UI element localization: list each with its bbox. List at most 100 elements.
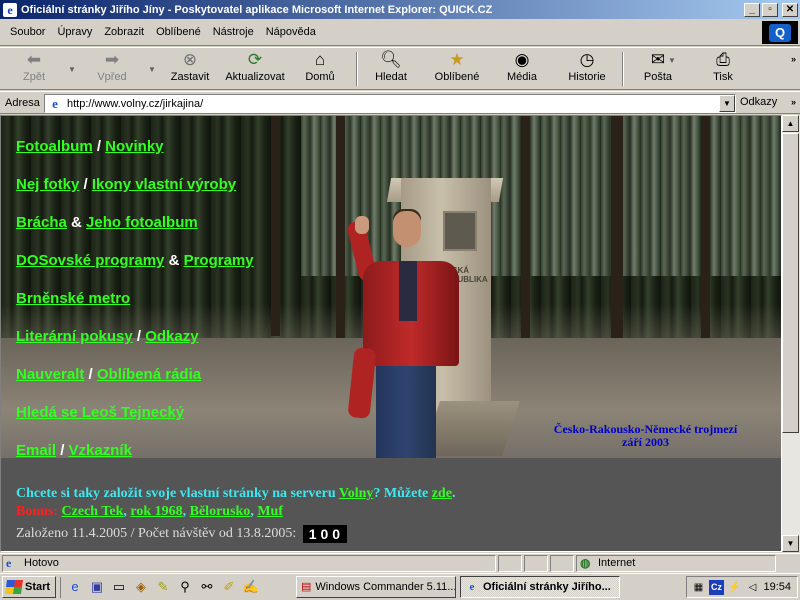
home-icon: ⌂ <box>314 50 326 69</box>
scroll-up-icon[interactable]: ▲ <box>782 115 799 132</box>
disk-quicklaunch-icon[interactable]: ▣ <box>87 577 107 597</box>
link-fotoalbum[interactable]: Fotoalbum <box>16 138 93 155</box>
edit-quicklaunch-icon[interactable]: ✍ <box>241 577 261 597</box>
link-hleda-se[interactable]: Hledá se Leoš Tejnecký <box>16 404 184 421</box>
link-nauveralt[interactable]: Nauveralt <box>16 366 84 383</box>
link-czech-tek[interactable]: Czech Tek <box>62 504 124 519</box>
forward-button[interactable]: ➡ Vpřed <box>84 50 140 88</box>
link-bracha[interactable]: Brácha <box>16 214 67 231</box>
language-indicator[interactable]: Cz <box>709 579 724 595</box>
link-zde[interactable]: zde <box>432 486 452 501</box>
link-nej-fotky[interactable]: Nej fotky <box>16 176 79 193</box>
home-button[interactable]: ⌂ Domů <box>296 50 344 88</box>
founded-text: Založeno 11.4.2005 / Počet návštěv od 13… <box>16 526 297 542</box>
menu-bar: Soubor Úpravy Zobrazit Oblíbené Nástroje… <box>0 19 800 46</box>
link-programy[interactable]: Programy <box>184 252 254 269</box>
photo-caption-line: září 2003 <box>622 435 669 449</box>
address-label: Adresa <box>5 96 40 109</box>
search-button[interactable]: 🔍︎ Hledat <box>366 50 416 88</box>
stop-label: Zastavit <box>170 71 210 83</box>
clock: 19:54 <box>763 581 791 593</box>
address-input[interactable] <box>67 97 735 110</box>
menu-napoveda[interactable]: Nápověda <box>260 26 322 38</box>
status-bar: e Hotovo ◍ Internet <box>0 553 800 572</box>
menu-upravy[interactable]: Úpravy <box>51 26 98 38</box>
menu-nastroje[interactable]: Nástroje <box>207 26 260 38</box>
print-label: Tisk <box>713 71 733 83</box>
link-oblibena-radia[interactable]: Oblíbená rádia <box>97 366 201 383</box>
task-windows-commander[interactable]: ▤ Windows Commander 5.11... <box>296 576 456 598</box>
tray-volume-icon[interactable]: ◁ <box>745 580 760 595</box>
window-title-bar[interactable]: e Oficiální stránky Jiřího Jíny - Poskyt… <box>0 0 800 19</box>
history-label: Historie <box>568 71 606 83</box>
link-belorusko[interactable]: Bělorusko <box>190 504 251 519</box>
scroll-down-icon[interactable]: ▼ <box>782 535 799 552</box>
maximize-button[interactable]: ▫ <box>762 2 778 17</box>
link-brnenske-metro[interactable]: Brněnské metro <box>16 290 130 307</box>
links-chevron-icon[interactable]: » <box>791 97 796 107</box>
app-quicklaunch-icon[interactable]: ◈ <box>131 577 151 597</box>
tool-quicklaunch-icon[interactable]: ✎ <box>153 577 173 597</box>
nav-row: Fotoalbum / Novinky <box>16 138 254 176</box>
zone-cell: ◍ Internet <box>576 554 776 572</box>
start-button[interactable]: Start <box>2 576 56 598</box>
refresh-button[interactable]: ⟳ Aktualizovat <box>220 50 290 88</box>
favorites-label: Oblíbené <box>434 71 480 83</box>
back-dropdown-icon[interactable]: ▼ <box>68 65 76 74</box>
brand-throbber: Q <box>762 21 798 44</box>
tray-app-icon[interactable]: ▦ <box>691 580 706 595</box>
link-muf[interactable]: Muf <box>257 504 283 519</box>
link-vzkaznik[interactable]: Vzkazník <box>69 442 132 459</box>
history-button[interactable]: ◷ Historie <box>562 50 612 88</box>
monitor-quicklaunch-icon[interactable]: ▭ <box>109 577 129 597</box>
bonus-separator: , <box>250 504 254 519</box>
link-volny[interactable]: Volny <box>339 486 374 501</box>
close-button[interactable]: ✕ <box>782 2 798 17</box>
link-ikony[interactable]: Ikony vlastní výroby <box>92 176 236 193</box>
ie-quicklaunch-icon[interactable]: e <box>65 577 85 597</box>
vertical-scrollbar[interactable]: ▲ ▼ <box>782 115 800 552</box>
link-novinky[interactable]: Novinky <box>105 138 163 155</box>
forward-dropdown-icon[interactable]: ▼ <box>148 65 156 74</box>
quick-launch: e ▣ ▭ ◈ ✎ ⚲ ⚯ ✐ ✍ <box>60 577 261 598</box>
link-literarni-pokusy[interactable]: Literární pokusy <box>16 328 133 345</box>
page-done-icon: e <box>6 556 12 570</box>
mail-icon: ✉ <box>650 50 666 69</box>
menu-zobrazit[interactable]: Zobrazit <box>98 26 150 38</box>
stop-button[interactable]: ⊗ Zastavit <box>164 50 216 88</box>
menu-oblibene[interactable]: Oblíbené <box>150 26 207 38</box>
media-icon: ◉ <box>514 50 530 69</box>
minimize-button[interactable]: _ <box>744 2 760 17</box>
link-rok-1968[interactable]: rok 1968 <box>130 504 182 519</box>
search-label: Hledat <box>375 71 407 83</box>
globe-icon: ◍ <box>580 556 591 570</box>
status-pane <box>524 554 548 572</box>
link-quicklaunch-icon[interactable]: ⚯ <box>197 577 217 597</box>
nav-separator: / <box>83 176 88 193</box>
network-quicklaunch-icon[interactable]: ⚲ <box>175 577 195 597</box>
link-jeho-fotoalbum[interactable]: Jeho fotoalbum <box>86 214 198 231</box>
favorites-button[interactable]: ★ Oblíbené <box>428 50 486 88</box>
address-dropdown-icon[interactable]: ▼ <box>719 95 735 112</box>
address-field[interactable]: e ▼ <box>44 94 736 113</box>
link-email[interactable]: Email <box>16 442 56 459</box>
back-button[interactable]: ⬅ Zpět <box>6 50 62 88</box>
tree-trunk <box>701 116 710 351</box>
promo-end: . <box>451 486 456 501</box>
print-icon: ⎙ <box>716 50 730 69</box>
link-dos-programy[interactable]: DOSovské programy <box>16 252 164 269</box>
task-internet-explorer[interactable]: e Oficiální stránky Jiřího... <box>460 576 620 598</box>
menu-soubor[interactable]: Soubor <box>4 26 51 38</box>
link-odkazy[interactable]: Odkazy <box>145 328 198 345</box>
windows-logo-icon <box>5 580 23 594</box>
print-button[interactable]: ⎙ Tisk <box>704 50 742 88</box>
links-label[interactable]: Odkazy <box>740 96 777 108</box>
mail-dropdown-icon[interactable]: ▼ <box>668 56 676 65</box>
scroll-thumb[interactable] <box>782 133 799 433</box>
toolbar-chevron-icon[interactable]: » <box>791 54 796 64</box>
brush-quicklaunch-icon[interactable]: ✐ <box>219 577 239 597</box>
search-icon: 🔍︎ <box>380 50 402 69</box>
stop-icon: ⊗ <box>182 50 198 69</box>
media-button[interactable]: ◉ Média <box>500 50 544 88</box>
tray-network-icon[interactable]: ⚡ <box>727 580 742 595</box>
